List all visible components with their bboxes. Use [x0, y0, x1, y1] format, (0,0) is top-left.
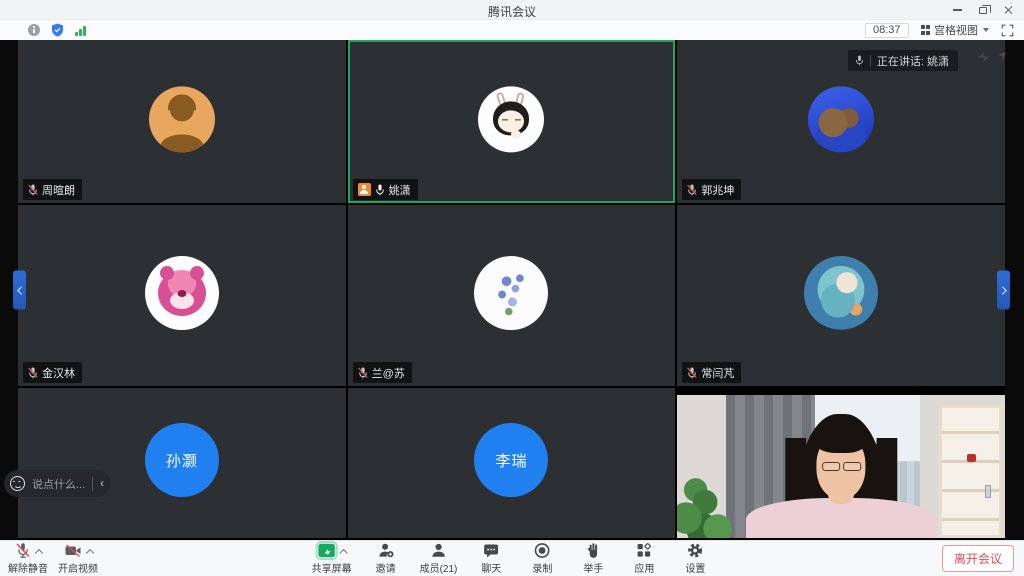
participant-tile-jinhanlin[interactable]: 金汉林	[18, 205, 346, 386]
share-screen-button[interactable]: 共享屏幕	[312, 542, 352, 575]
shield-check-icon[interactable]	[51, 23, 64, 37]
titlebar: 腾讯会议	[0, 0, 1024, 20]
host-badge-icon	[358, 183, 371, 196]
status-bar: 08:37 宫格视图	[0, 20, 1024, 40]
meeting-timer: 08:37	[865, 23, 909, 38]
apps-icon	[636, 542, 653, 559]
participant-tile-yaoxiao[interactable]: 姚潇	[348, 40, 676, 203]
window-title: 腾讯会议	[488, 3, 536, 20]
gear-icon	[687, 542, 704, 559]
mic-muted-icon	[687, 184, 697, 196]
live-video-feed	[677, 395, 1005, 538]
members-button[interactable]: 成员(21)	[420, 542, 458, 575]
chat-bubble-icon	[483, 542, 500, 559]
participant-name-tag: 常闫芃	[682, 362, 741, 383]
participant-grid: 周暄朗 姚潇	[18, 40, 1005, 540]
mic-muted-icon	[15, 542, 31, 559]
mic-muted-icon	[687, 367, 697, 379]
speaking-label: 正在讲话: 姚潇	[877, 53, 949, 69]
chevron-down-icon	[983, 28, 989, 32]
unmute-button[interactable]: 解除静音	[8, 542, 48, 575]
window-controls	[944, 0, 1022, 20]
avatar	[145, 256, 219, 330]
reaction-arrows-icon	[976, 49, 1008, 63]
participant-name-tag: 姚潇	[353, 179, 418, 200]
invite-person-icon	[377, 542, 394, 559]
record-icon	[534, 542, 551, 559]
share-options-caret[interactable]	[339, 548, 347, 556]
participant-tile-lansu[interactable]: 兰@苏	[348, 205, 676, 386]
maximize-button[interactable]	[970, 0, 996, 20]
bottom-toolbar: 解除静音 开启视频	[0, 540, 1024, 576]
layout-label: 宫格视图	[934, 22, 978, 38]
network-signal-icon[interactable]	[75, 25, 86, 36]
maximize-icon	[979, 7, 987, 14]
minimize-icon	[953, 9, 962, 11]
speaking-banner: 正在讲话: 姚潇	[848, 50, 958, 71]
video-options-caret[interactable]	[85, 548, 93, 556]
chevron-right-icon	[998, 286, 1006, 294]
participant-name: 周暄朗	[42, 182, 75, 198]
participant-tile-zhouxuanlang[interactable]: 周暄朗	[18, 40, 346, 203]
participant-name-tag: 金汉林	[23, 362, 82, 383]
raise-hand-icon	[585, 542, 601, 559]
collapse-chat-button[interactable]: ‹	[100, 477, 104, 491]
chat-button[interactable]: 聊天	[474, 542, 508, 575]
chat-input-placeholder[interactable]: 说点什么...	[32, 476, 85, 492]
screen-share-icon	[317, 543, 335, 558]
mic-options-caret[interactable]	[34, 548, 42, 556]
avatar	[808, 86, 874, 152]
emoji-icon[interactable]	[10, 476, 25, 491]
minimize-button[interactable]	[944, 0, 970, 20]
avatar	[474, 256, 548, 330]
participant-name: 常闫芃	[701, 365, 734, 381]
participant-name: 郭兆坤	[701, 182, 734, 198]
mic-muted-icon	[28, 367, 38, 379]
participant-name: 姚潇	[389, 182, 411, 198]
participant-name-tag: 兰@苏	[353, 362, 412, 383]
apps-button[interactable]: 应用	[627, 542, 661, 575]
avatar	[478, 86, 544, 152]
speaking-mic-icon	[855, 55, 864, 66]
participant-tile-changyanpeng[interactable]: 常闫芃	[677, 205, 1005, 386]
participant-name-tag: 周暄朗	[23, 179, 82, 200]
video-stage: 周暄朗 姚潇	[0, 40, 1024, 540]
meeting-window: 腾讯会议 08:37 宫格视图	[0, 0, 1024, 576]
avatar	[149, 86, 215, 152]
camera-off-icon	[64, 542, 82, 559]
avatar-initials: 李瑞	[474, 423, 548, 497]
close-button[interactable]	[996, 0, 1022, 20]
chevron-left-icon	[17, 286, 25, 294]
participant-name-tag: 郭兆坤	[682, 179, 741, 200]
participant-tile-live-video[interactable]	[677, 388, 1005, 538]
avatar-initials: 孙灏	[145, 423, 219, 497]
participant-name: 金汉林	[42, 365, 75, 381]
previous-page-button[interactable]	[13, 271, 26, 310]
participant-name: 兰@苏	[372, 365, 405, 381]
quick-chat-popup[interactable]: 说点什么... ‹	[4, 470, 111, 497]
start-video-button[interactable]: 开启视频	[58, 542, 98, 575]
participant-tile-lirui[interactable]: 李瑞	[348, 388, 676, 538]
close-icon	[1004, 5, 1014, 15]
layout-switcher[interactable]: 宫格视图	[921, 22, 990, 38]
record-button[interactable]: 录制	[525, 542, 559, 575]
leave-meeting-button[interactable]: 离开会议	[942, 545, 1014, 572]
mic-on-icon	[375, 184, 385, 196]
fullscreen-icon[interactable]	[1001, 24, 1014, 37]
next-page-button[interactable]	[997, 271, 1010, 310]
invite-button[interactable]: 邀请	[369, 542, 403, 575]
settings-button[interactable]: 设置	[678, 542, 712, 575]
participant-tile-sunhao[interactable]: 孙灏	[18, 388, 346, 538]
divider	[92, 477, 93, 491]
avatar	[804, 256, 878, 330]
grid-view-icon	[921, 25, 931, 35]
meeting-info-icon[interactable]	[28, 24, 40, 36]
raise-hand-button[interactable]: 举手	[576, 542, 610, 575]
mic-muted-icon	[28, 184, 38, 196]
mic-muted-icon	[358, 367, 368, 379]
members-icon	[430, 542, 446, 559]
